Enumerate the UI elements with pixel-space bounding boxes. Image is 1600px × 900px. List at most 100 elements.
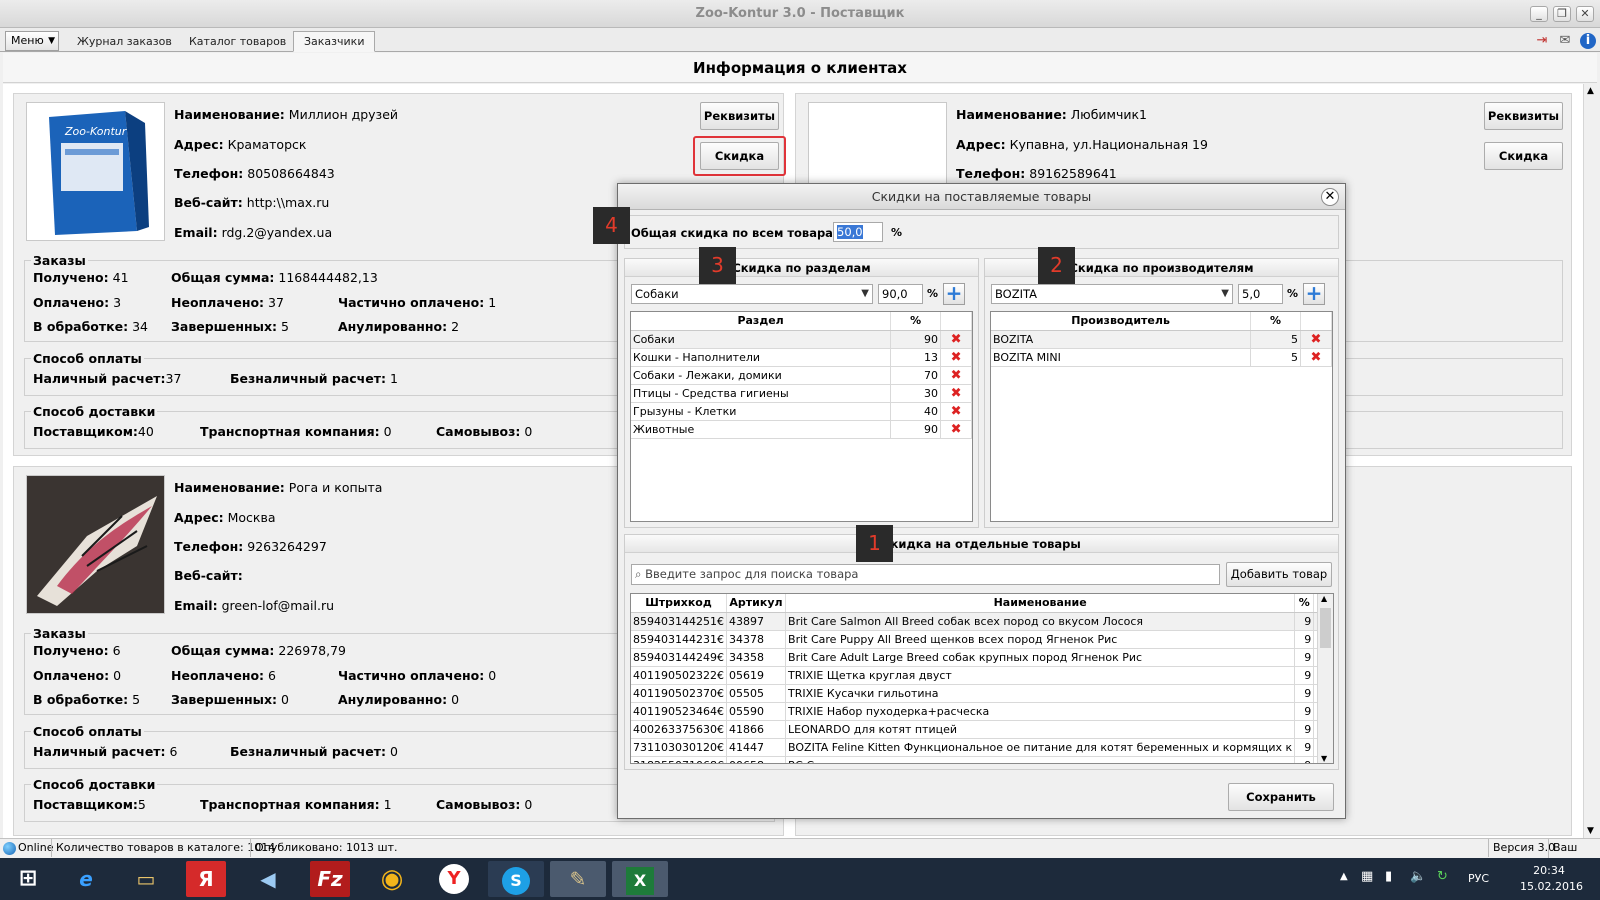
client-phone: Телефон: 80508664843 xyxy=(174,166,335,181)
yandex-icon[interactable]: Я xyxy=(186,861,226,897)
scroll-up-icon[interactable]: ▲ xyxy=(1587,86,1594,96)
table-row[interactable]: 859403144231€ 34378 Brit Care Puppy All Br… xyxy=(631,630,1333,649)
main-scrollbar[interactable]: ▲ ▼ xyxy=(1583,84,1600,838)
delete-icon[interactable]: ✖ xyxy=(940,420,972,439)
orders-title: Заказы xyxy=(31,626,88,641)
delivery-title: Способ доставки xyxy=(31,404,158,419)
table-row[interactable]: 731103030120€ 41447 BOZITA Feline Kitten Ф… xyxy=(631,738,1333,757)
delete-icon[interactable]: ✖ xyxy=(1300,348,1332,367)
table-row[interactable]: BOZITA MINI 5 ✖ xyxy=(991,348,1332,367)
table-row[interactable]: 859403144249€ 34358 Brit Care Adult Large … xyxy=(631,648,1333,667)
paid-stat: Оплачено: 3 xyxy=(33,295,122,310)
language-indicator[interactable]: РУС xyxy=(1468,872,1489,885)
discount-button[interactable]: Скидка xyxy=(1484,142,1563,170)
tab-catalog[interactable]: Каталог товаров xyxy=(178,31,297,52)
discount-dialog: Скидки на поставляемые товары ✕ Общая ск… xyxy=(593,183,1346,819)
chevron-down-icon: ▼ xyxy=(1221,288,1229,299)
signal-icon[interactable]: ▮ xyxy=(1385,869,1392,884)
delete-icon[interactable]: ✖ xyxy=(940,330,972,349)
product-table-scrollbar[interactable]: ▲ ▼ xyxy=(1317,594,1333,763)
table-row[interactable]: 401190502322€ 05619 TRIXIE Щетка круглая д… xyxy=(631,666,1333,685)
network-icon[interactable]: ▦ xyxy=(1361,869,1373,884)
table-cell: 30 xyxy=(890,384,942,403)
restore-button[interactable]: ❐ xyxy=(1553,6,1571,22)
table-cell: 401190502322€ xyxy=(631,666,727,685)
total-sum-stat: Общая сумма: 226978,79 xyxy=(171,643,347,658)
table-row[interactable]: Животные 90 ✖ xyxy=(631,420,972,439)
table-row[interactable]: BOZITA 5 ✖ xyxy=(991,330,1332,349)
cashless-stat: Безналичный расчет: 1 xyxy=(230,371,398,386)
unpaid-stat: Неоплачено: 37 xyxy=(171,295,284,310)
internet-explorer-icon[interactable]: e xyxy=(58,861,114,897)
maker-percent-input[interactable]: 5,0 xyxy=(1238,284,1283,304)
filezilla-icon[interactable]: Fz xyxy=(310,861,350,897)
save-button[interactable]: Сохранить xyxy=(1228,783,1334,811)
maker-select[interactable]: BOZITA ▼ xyxy=(991,284,1233,304)
zoo-kontur-app-icon[interactable]: ✎ xyxy=(550,861,606,897)
speaker-app-icon[interactable]: ◀ xyxy=(240,861,296,897)
chrome-icon[interactable]: ◉ xyxy=(364,861,420,897)
scroll-thumb[interactable] xyxy=(1320,608,1331,648)
delete-icon[interactable]: ✖ xyxy=(940,402,972,421)
add-maker-button[interactable]: + xyxy=(1303,283,1325,305)
table-row[interactable]: 859403144251€ 43897 Brit Care Salmon All B… xyxy=(631,612,1333,631)
client-website: Веб-сайт: xyxy=(174,568,243,583)
table-row[interactable]: Собаки - Лежаки, домики 70 ✖ xyxy=(631,366,972,385)
skype-icon[interactable]: S xyxy=(488,861,544,897)
exit-icon[interactable]: ⇥ xyxy=(1534,33,1550,49)
menu-button[interactable]: Меню ▼ xyxy=(5,31,59,51)
table-row[interactable]: 318255071068€00658RC Сиамиз питание для … xyxy=(631,756,1333,763)
section-percent-input[interactable]: 90,0 xyxy=(878,284,923,304)
delete-icon[interactable]: ✖ xyxy=(940,384,972,403)
volume-icon[interactable]: 🔈 xyxy=(1410,869,1426,884)
close-button[interactable]: ✕ xyxy=(1576,6,1594,22)
windows-start-icon[interactable]: ⊞ xyxy=(0,861,56,897)
scroll-up-icon[interactable]: ▲ xyxy=(1321,594,1327,603)
tab-customers[interactable]: Заказчики xyxy=(293,31,376,52)
details-button[interactable]: Реквизиты xyxy=(700,102,779,130)
add-product-button[interactable]: Добавить товар xyxy=(1226,562,1332,587)
section-table[interactable]: Раздел% Собаки 90 ✖ Кошки - Наполнители 13 ✖ С… xyxy=(630,311,973,522)
table-row[interactable]: 401190502370€ 05505 TRIXIE Кусачки гильоти… xyxy=(631,684,1333,703)
minimize-button[interactable]: _ xyxy=(1530,6,1548,22)
sync-icon[interactable]: ↻ xyxy=(1437,869,1448,884)
client-phone: Телефон: 89162589641 xyxy=(956,166,1117,181)
table-cell: Животные xyxy=(631,420,892,439)
by-supplier-stat: Поставщиком:5 xyxy=(33,797,146,812)
table-row[interactable]: Кошки - Наполнители 13 ✖ xyxy=(631,348,972,367)
delete-icon[interactable]: ✖ xyxy=(940,348,972,367)
file-explorer-icon[interactable]: ▭ xyxy=(118,861,174,897)
table-row[interactable]: Собаки 90 ✖ xyxy=(631,330,972,349)
scroll-down-icon[interactable]: ▼ xyxy=(1587,826,1594,836)
client-phone: Телефон: 9263264297 xyxy=(174,539,327,554)
table-cell: 859403144251€ xyxy=(631,612,727,631)
product-search-input[interactable]: ⌕ Введите запрос для поиска товара xyxy=(631,564,1220,585)
product-table[interactable]: Штрихкод Артикул Наименование % 85940314… xyxy=(630,593,1334,764)
details-button[interactable]: Реквизиты xyxy=(1484,102,1563,130)
received-stat: Получено: 6 xyxy=(33,643,121,658)
info-icon[interactable]: i xyxy=(1580,33,1596,49)
add-section-button[interactable]: + xyxy=(943,283,965,305)
section-select[interactable]: Собаки ▼ xyxy=(631,284,873,304)
table-cell: 00658 xyxy=(726,756,787,763)
table-row[interactable]: Птицы - Средства гигиены 30 ✖ xyxy=(631,384,972,403)
tab-orders-journal[interactable]: Журнал заказов xyxy=(66,31,183,52)
table-row[interactable]: 401190523464€ 05590 TRIXIE Набор пуходерка… xyxy=(631,702,1333,721)
table-cell: 05505 xyxy=(726,684,787,703)
yandex-browser-icon[interactable]: Y xyxy=(426,861,482,897)
maker-table[interactable]: Производитель% BOZITA 5 ✖ BOZITA MINI 5 ✖ xyxy=(990,311,1333,522)
tray-chevron-icon[interactable]: ▲ xyxy=(1340,871,1348,882)
excel-icon[interactable]: X xyxy=(612,861,668,897)
scroll-down-icon[interactable]: ▼ xyxy=(1321,754,1327,763)
delete-icon[interactable]: ✖ xyxy=(940,366,972,385)
delete-icon[interactable]: ✖ xyxy=(1300,330,1332,349)
global-discount-input[interactable]: 50,0 xyxy=(833,222,883,242)
partly-paid-stat: Частично оплачено: 0 xyxy=(338,668,497,683)
table-row[interactable]: Грызуны - Клетки 40 ✖ xyxy=(631,402,972,421)
clock-time[interactable]: 20:34 xyxy=(1520,864,1578,877)
dialog-close-button[interactable]: ✕ xyxy=(1321,188,1339,206)
clock-date[interactable]: 15.02.2016 xyxy=(1520,880,1583,893)
table-cell: 5 xyxy=(1250,348,1302,367)
table-row[interactable]: 400263375630€ 41866 LEONARDO для котят пти… xyxy=(631,720,1333,739)
mail-icon[interactable]: ✉ xyxy=(1557,33,1573,49)
